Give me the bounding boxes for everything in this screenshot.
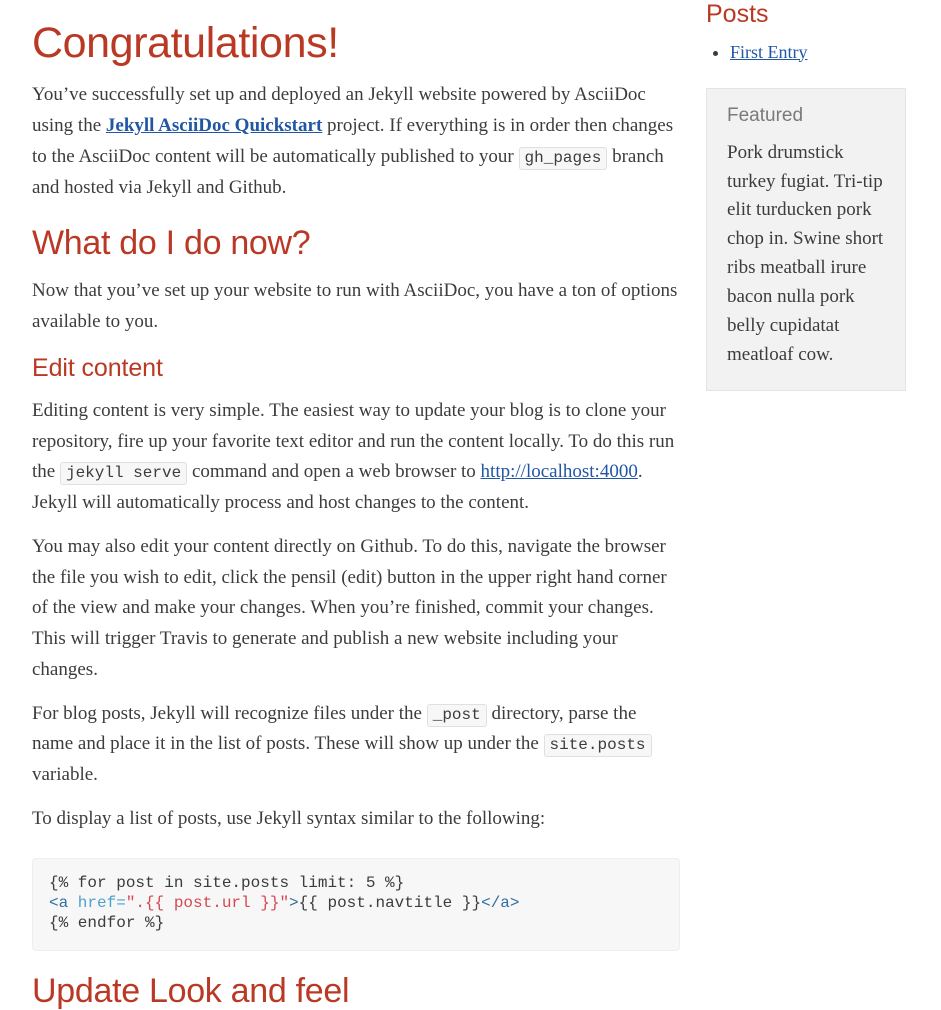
code-string-url: ".{{ post.url }}" [125,894,290,913]
section-heading-what-do-i-do-now: What do I do now? [32,224,311,263]
edit-p3-part1: For blog posts, Jekyll will recognize fi… [32,702,427,724]
edit-p3-part3: variable. [32,764,98,786]
code-listing-block: {% for post in site.posts limit: 5 %} <a… [32,857,680,951]
gh-pages-code: gh_pages [518,146,608,170]
list-item: First Entry [730,41,906,64]
site-posts-code: site.posts [543,734,652,758]
main-content: Congratulations! You’ve successfully set… [32,0,680,1010]
code-attr-href: href= [68,894,126,913]
post-dir-code: _post [426,703,487,727]
section-heading-update-look-and-feel: Update Look and feel [32,971,350,1010]
sidebar-post-link-first-entry[interactable]: First Entry [730,42,808,62]
featured-body: Pork drumstick turkey fugiat. Tri-tip el… [727,141,884,365]
edit-content-paragraph-4: To display a list of posts, use Jekyll s… [32,807,546,829]
jekyll-asciidoc-quickstart-link[interactable]: Jekyll AsciiDoc Quickstart [106,115,322,136]
code-line-3: {% endfor %} [49,914,165,933]
sidebar-posts-heading: Posts [706,0,769,28]
localhost-link[interactable]: http://localhost:4000 [481,461,638,482]
sidebar: Posts First Entry Featured Pork drumstic… [706,0,906,391]
edit-content-paragraph-1: Editing content is very simple. The easi… [32,383,680,519]
sidebar-post-list: First Entry [706,29,906,64]
jekyll-serve-code: jekyll serve [59,462,188,486]
edit-content-paragraph-3: For blog posts, Jekyll will recognize fi… [32,686,680,791]
intro-paragraph: You’ve successfully set up and deployed … [32,67,680,203]
code-tag-gt: > [289,894,299,913]
what-now-paragraph: Now that you’ve set up your website to r… [32,279,678,332]
featured-box: Featured Pork drumstick turkey fugiat. T… [706,87,906,391]
edit-p1-part2: command and open a web browser to [187,461,481,483]
page-title: Congratulations! [32,19,339,67]
code-tag-open: <a [49,894,69,913]
code-navtitle-expr: {{ post.navtitle }} [298,894,482,913]
featured-title: Featured [727,104,804,126]
section-heading-edit-content: Edit content [32,354,163,383]
edit-content-paragraph-2: You may also edit your content directly … [32,535,667,680]
code-line-1: {% for post in site.posts limit: 5 %} [49,873,405,892]
liquid-code-block: {% for post in site.posts limit: 5 %} <a… [32,857,680,951]
code-tag-close: </a> [481,894,520,913]
page-root: Congratulations! You’ve successfully set… [0,0,941,1009]
